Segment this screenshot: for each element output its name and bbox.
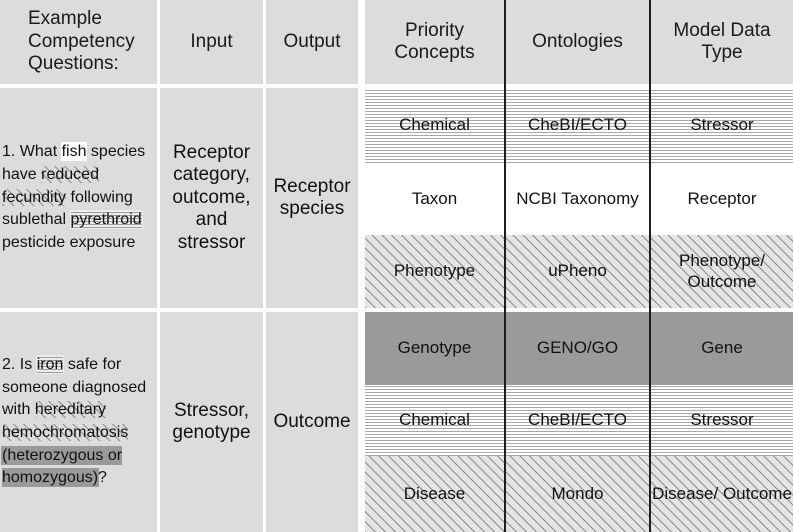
competency-question-table: Example Competency Questions: Input Outp…: [0, 0, 793, 532]
header-cell-ontologies: Ontologies: [506, 0, 649, 84]
question-1-input-cell: Receptor category, outcome, and stressor: [160, 88, 263, 308]
q2-row-3-priority-concept-cell: Disease: [365, 456, 504, 532]
q1-row-1-model-data-type-cell: Stressor: [651, 88, 793, 163]
question-1-text: 1. What fish species have reduced fecund…: [2, 141, 153, 255]
q2-row-1-ontology-cell: GENO/GO: [506, 312, 649, 385]
q1-row-3-ontology-cell: uPheno: [506, 235, 649, 308]
q1-row-2-priority-concept: Taxon: [411, 188, 458, 208]
q2-row-2-ontology-cell: CheBI/ECTO: [506, 385, 649, 456]
q2-row-1-model-data-type: Gene: [701, 338, 743, 358]
header-cell-model-data-type: Model Data Type: [651, 0, 793, 84]
question-1-output: Receptor species: [273, 175, 351, 219]
header-label-ontologies: Ontologies: [532, 30, 623, 52]
question-1-input: Receptor category, outcome, and stressor: [172, 141, 251, 253]
q2-row-2-priority-concept-cell: Chemical: [365, 385, 504, 456]
q2-row-1-priority-concept: Genotype: [397, 338, 472, 358]
q1-row-3-model-data-type: Phenotype/ Outcome: [678, 251, 765, 291]
q1-row-3-priority-concept-cell: Phenotype: [365, 235, 504, 308]
header-gutter-3: [358, 0, 365, 84]
q1-row-2-model-data-type: Receptor: [687, 188, 757, 208]
header-cell-input: Input: [160, 0, 263, 84]
q2-row-2-ontology: CheBI/ECTO: [528, 410, 627, 430]
header-label-input: Input: [190, 30, 233, 52]
q1-row-3-ontology: uPheno: [548, 261, 607, 281]
q1-row-2-ontology: NCBI Taxonomy: [516, 188, 639, 208]
q1-row-1-ontology: CheBI/ECTO: [528, 115, 627, 135]
question-1-text-cell: 1. What fish species have reduced fecund…: [0, 88, 157, 308]
q1-row-1-ontology-cell: CheBI/ECTO: [506, 88, 649, 163]
question-2-input-cell: Stressor, genotype: [160, 312, 263, 532]
header-cell-priority-concepts: Priority Concepts: [365, 0, 504, 84]
q2-row-2-model-data-type: Stressor: [690, 410, 754, 430]
question-2-text: 2. Is iron safe for someone diagnosed wi…: [2, 354, 153, 490]
header-label-output: Output: [283, 30, 341, 52]
header-cell-example-competency-questions: Example Competency Questions:: [0, 0, 157, 84]
q2-gutter-3: [358, 312, 365, 532]
q2-row-1-priority-concept-cell: Genotype: [365, 312, 504, 385]
q1-seg-6: pesticide exposure: [2, 234, 136, 252]
q1-row-2-priority-concept-cell: Taxon: [365, 163, 504, 235]
q1-row-3-model-data-type-cell: Phenotype/ Outcome: [651, 235, 793, 308]
header-label-model-data-type: Model Data Type: [673, 19, 771, 63]
q1-row-1-priority-concept: Chemical: [399, 115, 470, 135]
question-2-input: Stressor, genotype: [172, 399, 251, 443]
q2-seg-6: ?: [98, 469, 107, 487]
q1-row-1-priority-concept-cell: Chemical: [365, 88, 504, 163]
q1-seg-0: 1. What: [2, 143, 62, 161]
column-rule-ontologies-model: [649, 0, 651, 532]
header-label-priority-concepts: Priority Concepts: [394, 19, 475, 63]
q2-row-2-model-data-type-cell: Stressor: [651, 385, 793, 456]
q2-row-2-priority-concept: Chemical: [399, 410, 470, 430]
q1-row-2-ontology-cell: NCBI Taxonomy: [506, 163, 649, 235]
q1-gutter-3: [358, 88, 365, 308]
header-cell-output: Output: [266, 0, 358, 84]
q2-seg-1-highlight-iron: iron: [36, 355, 64, 373]
q1-row-3-priority-concept: Phenotype: [393, 261, 476, 281]
q2-row-3-model-data-type-cell: Disease/ Outcome: [651, 456, 793, 532]
q1-row-2-model-data-type-cell: Receptor: [651, 163, 793, 235]
question-2-text-cell: 2. Is iron safe for someone diagnosed wi…: [0, 312, 157, 532]
q2-seg-0: 2. Is: [2, 355, 37, 373]
question-1-output-cell: Receptor species: [266, 88, 358, 308]
q2-row-3-ontology: Mondo: [551, 483, 604, 503]
q2-row-3-priority-concept: Disease: [403, 483, 466, 503]
header-label-questions: Example Competency Questions:: [28, 8, 135, 75]
q1-seg-1-highlight-fish: fish: [61, 143, 87, 161]
q2-row-3-ontology-cell: Mondo: [506, 456, 649, 532]
q1-seg-5-highlight-pyrethroid: pyrethroid: [70, 211, 142, 229]
question-2-output-cell: Outcome: [266, 312, 358, 532]
q2-row-1-ontology: GENO/GO: [536, 338, 619, 358]
q1-row-1-model-data-type: Stressor: [690, 115, 754, 135]
q2-row-1-model-data-type-cell: Gene: [651, 312, 793, 385]
q2-row-3-model-data-type: Disease/ Outcome: [652, 483, 792, 503]
question-2-output: Outcome: [273, 410, 351, 432]
column-rule-priority-ontologies: [504, 0, 506, 532]
